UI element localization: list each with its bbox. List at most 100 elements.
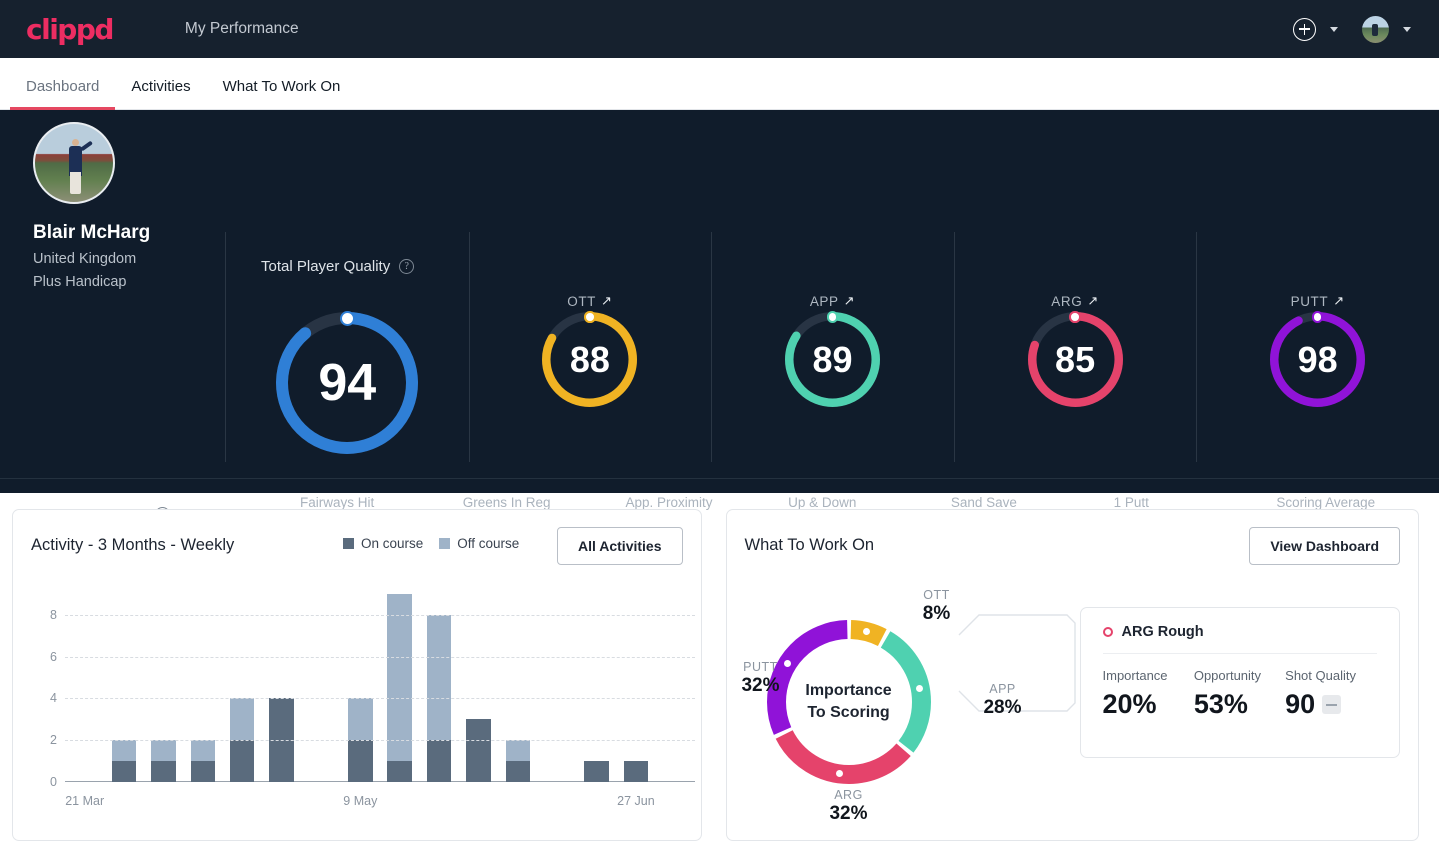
gauge-marker-dot	[339, 311, 355, 326]
chart-bar[interactable]	[584, 761, 609, 782]
donut-label-app: APP 28%	[963, 682, 1043, 719]
avatar[interactable]	[1362, 15, 1389, 43]
tab-dashboard[interactable]: Dashboard	[10, 78, 116, 110]
chart-gridline	[65, 614, 695, 616]
arrow-up-right-icon: ↗	[601, 293, 613, 308]
detail-number: 90	[1285, 689, 1316, 719]
player-name: Blair McHarg	[33, 222, 151, 243]
legend-item-off-course[interactable]: Off course	[439, 536, 519, 551]
gauge-putt: PUTT ↗ 98	[1196, 232, 1439, 462]
chart-bar[interactable]	[111, 740, 137, 782]
chart-bar-segment-on-course	[466, 719, 491, 782]
legend-item-on-course[interactable]: On course	[343, 536, 423, 551]
chart-x-tick-label: 27 Jun	[617, 794, 655, 808]
gauge-caption-putt: PUTT ↗	[1291, 290, 1345, 312]
stat-label: Scoring Average	[1276, 495, 1376, 510]
chart-bar[interactable]	[505, 740, 530, 782]
chart-bar-segment-on-course	[229, 740, 255, 782]
wtwo-content: Importance To Scoring OTT 8% APP 28% ARG 32% PUT…	[727, 568, 1421, 842]
chart-gridline	[65, 698, 695, 700]
tpq-text: Total Player Quality	[261, 258, 391, 275]
gauge-marker-dot	[584, 311, 596, 323]
chart-bar-segment-on-course	[505, 761, 530, 782]
gauge-total: 94	[226, 290, 469, 460]
gauge-key-app: APP	[809, 293, 839, 309]
view-dashboard-button[interactable]: View Dashboard	[1249, 527, 1400, 565]
gauge-value-arg: 85	[1055, 338, 1096, 380]
chevron-down-icon[interactable]	[1403, 26, 1411, 32]
donut-label-key: PUTT	[743, 660, 778, 674]
tab-what-to-work-on[interactable]: What To Work On	[207, 78, 357, 109]
chart-bar-segment-off-course	[426, 614, 452, 741]
chart-bar-segment-off-course	[190, 740, 215, 762]
chart-bar[interactable]	[466, 719, 491, 782]
chart-bar[interactable]	[623, 761, 649, 782]
chart-bar[interactable]	[151, 740, 176, 782]
chart-gridline	[65, 656, 695, 658]
question-mark-icon[interactable]: ?	[399, 259, 415, 274]
gauge-ring-arg: 85	[1027, 311, 1123, 407]
detail-shot-quality: Shot Quality 90	[1285, 668, 1376, 720]
activity-bar-chart: 0 2 4 6 8 21 Mar 9 May 27 Jun	[13, 572, 703, 840]
donut-center-line2: To Scoring	[807, 704, 890, 721]
stat-label: Greens In Reg	[462, 495, 551, 510]
gauge-marker-dot	[826, 311, 839, 323]
gauge-value-ott: 88	[569, 338, 610, 380]
chevron-down-icon[interactable]	[1330, 26, 1338, 32]
chart-bar-segment-off-course	[387, 594, 412, 762]
flat-trend-icon	[1322, 695, 1342, 714]
performance-summary-panel: Blair McHarg United Kingdom Plus Handica…	[0, 110, 1439, 546]
detail-panel-title: ARG Rough	[1121, 624, 1204, 640]
main-tabs: Dashboard Activities What To Work On	[0, 58, 1439, 110]
chart-y-tick-label: 2	[50, 733, 57, 748]
donut-label-value: 8%	[922, 603, 951, 624]
chart-gridline	[65, 740, 695, 742]
arg-rough-detail-panel: ARG Rough Importance 20% Opportunity 53%…	[1079, 607, 1400, 758]
clippd-logo[interactable]: clippd	[26, 13, 114, 46]
arrow-up-right-icon: ↗	[1087, 293, 1099, 308]
chart-bar-segment-on-course	[426, 740, 452, 782]
player-handicap: Plus Handicap	[33, 274, 127, 290]
gauge-ring-putt: 98	[1270, 311, 1366, 407]
donut-label-value: 32%	[829, 803, 868, 824]
gauge-marker-dot	[1069, 311, 1081, 323]
gauge-key-arg: ARG	[1051, 293, 1083, 309]
detail-label: Importance	[1102, 668, 1168, 683]
plus-circle-icon[interactable]	[1293, 17, 1316, 41]
total-player-quality-label: Total Player Quality ?	[261, 258, 415, 275]
detail-panel-header: ARG Rough	[1102, 624, 1377, 654]
detail-value: 90	[1285, 689, 1376, 720]
stat-label: 1 Putt	[1113, 495, 1149, 510]
legend-label: Off course	[457, 536, 520, 551]
all-activities-button[interactable]: All Activities	[556, 527, 683, 565]
chart-x-tick-label: 9 May	[343, 794, 378, 808]
chart-bar-segment-on-course	[348, 740, 373, 782]
importance-donut-chart: Importance To Scoring OTT 8% APP 28% ARG 32% PUT…	[741, 588, 1021, 824]
gauge-value-app: 89	[812, 338, 853, 380]
gauge-ring-total: 94	[276, 311, 419, 454]
gauge-value-total: 94	[318, 354, 377, 412]
chart-bar-segment-on-course	[623, 761, 649, 782]
donut-label-key: ARG	[834, 788, 863, 802]
player-profile: Blair McHarg United Kingdom Plus Handica…	[0, 122, 225, 290]
activity-card: Activity - 3 Months - Weekly On course O…	[12, 509, 702, 841]
chart-bar[interactable]	[387, 594, 412, 782]
detail-number: 20%	[1102, 689, 1157, 719]
arrow-up-right-icon: ↗	[1333, 293, 1345, 308]
chart-x-tick-label: 21 Mar	[65, 794, 105, 808]
chart-bar-segment-on-course	[584, 761, 609, 782]
wtwo-card-title: What To Work On	[744, 536, 875, 554]
donut-label-putt: PUTT 32%	[721, 660, 801, 697]
detail-importance: Importance 20%	[1103, 668, 1194, 720]
activity-card-header: Activity - 3 Months - Weekly On course O…	[13, 510, 701, 565]
chart-y-tick-label: 0	[50, 775, 57, 789]
donut-label-key: APP	[989, 682, 1016, 696]
stat-label: Sand Save	[950, 495, 1017, 510]
gauge-caption-ott: OTT ↗	[567, 290, 612, 312]
legend-swatch-icon	[343, 538, 354, 549]
chart-bar[interactable]	[190, 740, 215, 782]
donut-label-key: OTT	[923, 588, 950, 602]
horizontal-divider	[0, 478, 1439, 479]
chart-bars	[65, 594, 695, 782]
tab-activities[interactable]: Activities	[115, 78, 206, 109]
